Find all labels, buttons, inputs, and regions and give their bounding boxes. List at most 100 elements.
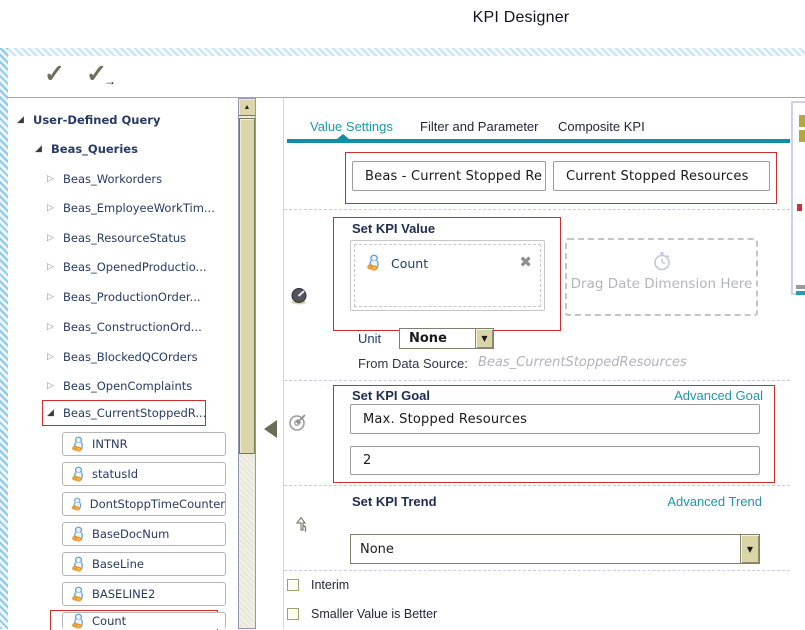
- measure-field-icon: [70, 586, 86, 602]
- measure-field-icon: [70, 436, 86, 452]
- tab-value-settings[interactable]: Value Settings: [310, 119, 393, 134]
- kpi-technical-name-input[interactable]: Beas - Current Stopped Re: [352, 161, 546, 191]
- tree-item-query[interactable]: ▷ Beas_ProductionOrder...: [44, 288, 201, 306]
- field-item-count[interactable]: Count: [62, 612, 226, 629]
- tree-collapsed-icon[interactable]: ▷: [44, 262, 57, 272]
- tree-item-query[interactable]: ▷ Beas_ConstructionOrd...: [44, 318, 202, 336]
- tree-item-query[interactable]: ▷ Beas_EmployeeWorkTim...: [44, 199, 215, 217]
- measure-chip[interactable]: [365, 254, 382, 276]
- tree-collapsed-icon[interactable]: ▷: [44, 322, 57, 332]
- tab-filter-and-parameter[interactable]: Filter and Parameter: [420, 119, 539, 134]
- kpi-designer-window: { "title": "KPI Designer", "icons": { "c…: [0, 0, 805, 629]
- tree-item-label[interactable]: User-Defined Query: [33, 113, 160, 127]
- measure-field-icon: [70, 526, 86, 542]
- measure-chip-label: Count: [391, 256, 428, 271]
- left-hatch-band: [0, 48, 8, 629]
- date-dimension-dropzone[interactable]: Drag Date Dimension Here: [565, 238, 758, 316]
- field-item-dontstopptimecounter[interactable]: DontStoppTimeCounter: [62, 492, 226, 516]
- tab-underline-bar: [287, 139, 790, 143]
- top-hatch-band: [0, 48, 805, 56]
- tree-item-selected-query[interactable]: ◢ Beas_CurrentStoppedR...: [44, 404, 206, 422]
- chevron-down-icon: ▼: [481, 334, 487, 343]
- tree-item-label[interactable]: Beas_BlockedQCOrders: [63, 350, 198, 364]
- tree-collapsed-icon[interactable]: ▷: [44, 233, 57, 243]
- page-title: KPI Designer: [396, 9, 646, 27]
- kpi-display-name-input[interactable]: Current Stopped Resources: [553, 161, 770, 191]
- measure-field-icon: [365, 254, 382, 271]
- tree-item-label[interactable]: Beas_ResourceStatus: [63, 231, 186, 245]
- section-separator: [284, 570, 790, 571]
- confirm-icon[interactable]: ✓: [44, 62, 65, 87]
- dropdown-arrow-button[interactable]: ▼: [475, 329, 493, 348]
- smaller-value-is-better-checkbox[interactable]: [287, 608, 299, 620]
- tree-item-label[interactable]: Beas_OpenedProductio...: [63, 260, 207, 274]
- tree-collapsed-icon[interactable]: ▷: [44, 292, 57, 302]
- tree-collapsed-icon[interactable]: ▷: [44, 203, 57, 213]
- clipped-legend-swatch: [799, 115, 805, 127]
- remove-measure-icon[interactable]: ✖: [519, 253, 532, 271]
- tree-item-query[interactable]: ▷ Beas_OpenedProductio...: [44, 258, 207, 276]
- smaller-value-is-better-checkbox-label: Smaller Value is Better: [311, 607, 437, 621]
- field-label: BASELINE2: [92, 587, 155, 601]
- field-item-intnr[interactable]: INTNR: [62, 432, 226, 456]
- interim-checkbox[interactable]: [287, 579, 299, 591]
- tree-expanded-icon[interactable]: ◢: [14, 115, 27, 125]
- field-item-basedocnum[interactable]: BaseDocNum: [62, 522, 226, 546]
- tree-expanded-icon[interactable]: ◢: [44, 408, 57, 418]
- field-item-statusid[interactable]: statusId: [62, 462, 226, 486]
- panel-divider: [283, 98, 284, 629]
- unit-dropdown-value: None: [400, 331, 475, 346]
- tree-item-query[interactable]: ▷ Beas_Workorders: [44, 170, 162, 188]
- scrollbar-thumb[interactable]: [239, 118, 255, 454]
- field-label: BaseLine: [92, 557, 144, 571]
- tree-item-label[interactable]: Beas_CurrentStoppedR...: [63, 406, 206, 420]
- toolbar: ✓ ✓ →: [8, 56, 805, 97]
- tree-item-label[interactable]: Beas_EmployeeWorkTim...: [63, 201, 215, 215]
- field-label: Count: [92, 614, 126, 628]
- set-kpi-value-heading: Set KPI Value: [352, 221, 435, 236]
- confirm-and-next-arrow-icon: →: [104, 75, 116, 87]
- date-clock-icon: [652, 251, 672, 271]
- dropdown-arrow-button[interactable]: ▼: [740, 535, 759, 563]
- tree-item-label[interactable]: Beas_OpenComplaints: [63, 379, 192, 393]
- trend-dropdown[interactable]: None ▼: [350, 534, 760, 564]
- tree-expanded-icon[interactable]: ◢: [32, 144, 45, 154]
- measure-field-icon: [70, 496, 84, 512]
- right-side-panel-clipped: [791, 101, 805, 295]
- tree-collapsed-icon[interactable]: ▷: [44, 352, 57, 362]
- field-label: DontStoppTimeCounter: [90, 497, 225, 511]
- tree-item-query[interactable]: ▷ Beas_BlockedQCOrders: [44, 348, 198, 366]
- tree-item-label[interactable]: Beas_ConstructionOrd...: [63, 320, 202, 334]
- advanced-goal-link[interactable]: Advanced Goal: [600, 388, 763, 403]
- tree-item-user-defined-query[interactable]: ◢ User-Defined Query: [14, 111, 160, 129]
- scrollbar-up-button[interactable]: ▲: [239, 99, 255, 116]
- tree-item-beas-queries[interactable]: ◢ Beas_Queries: [32, 140, 138, 158]
- advanced-trend-link[interactable]: Advanced Trend: [600, 494, 762, 509]
- panel-collapse-arrow-icon[interactable]: [264, 420, 277, 438]
- clipped-red-fragment: [797, 204, 802, 211]
- tree-item-label[interactable]: Beas_Queries: [51, 142, 138, 156]
- data-source-value: Beas_CurrentStoppedResources: [478, 355, 687, 370]
- field-item-baseline2[interactable]: BASELINE2: [62, 582, 226, 606]
- tree-collapsed-icon[interactable]: ▷: [44, 381, 57, 391]
- kpi-trend-arrow-icon: [291, 514, 311, 536]
- tree-collapsed-icon[interactable]: ▷: [44, 174, 57, 184]
- tree-item-query[interactable]: ▷ Beas_OpenComplaints: [44, 377, 192, 395]
- goal-name-input[interactable]: Max. Stopped Resources: [350, 404, 760, 434]
- set-kpi-trend-heading: Set KPI Trend: [352, 494, 437, 509]
- clipped-gray-fragment: [796, 285, 805, 289]
- date-dropzone-hint: Drag Date Dimension Here: [567, 276, 756, 292]
- field-label: BaseDocNum: [92, 527, 169, 541]
- unit-dropdown[interactable]: None ▼: [399, 328, 494, 349]
- unit-label: Unit: [358, 331, 381, 346]
- kpi-value-dropzone[interactable]: Count ✖: [350, 240, 545, 311]
- set-kpi-goal-heading: Set KPI Goal: [352, 388, 430, 403]
- tree-scrollbar[interactable]: ▲: [238, 98, 256, 629]
- scroll-up-arrow-icon: ▲: [244, 104, 251, 111]
- tree-item-label[interactable]: Beas_ProductionOrder...: [63, 290, 201, 304]
- tree-item-query[interactable]: ▷ Beas_ResourceStatus: [44, 229, 186, 247]
- tab-composite-kpi[interactable]: Composite KPI: [558, 119, 645, 134]
- field-item-baseline[interactable]: BaseLine: [62, 552, 226, 576]
- goal-value-input[interactable]: 2: [350, 446, 760, 475]
- tree-item-label[interactable]: Beas_Workorders: [63, 172, 162, 186]
